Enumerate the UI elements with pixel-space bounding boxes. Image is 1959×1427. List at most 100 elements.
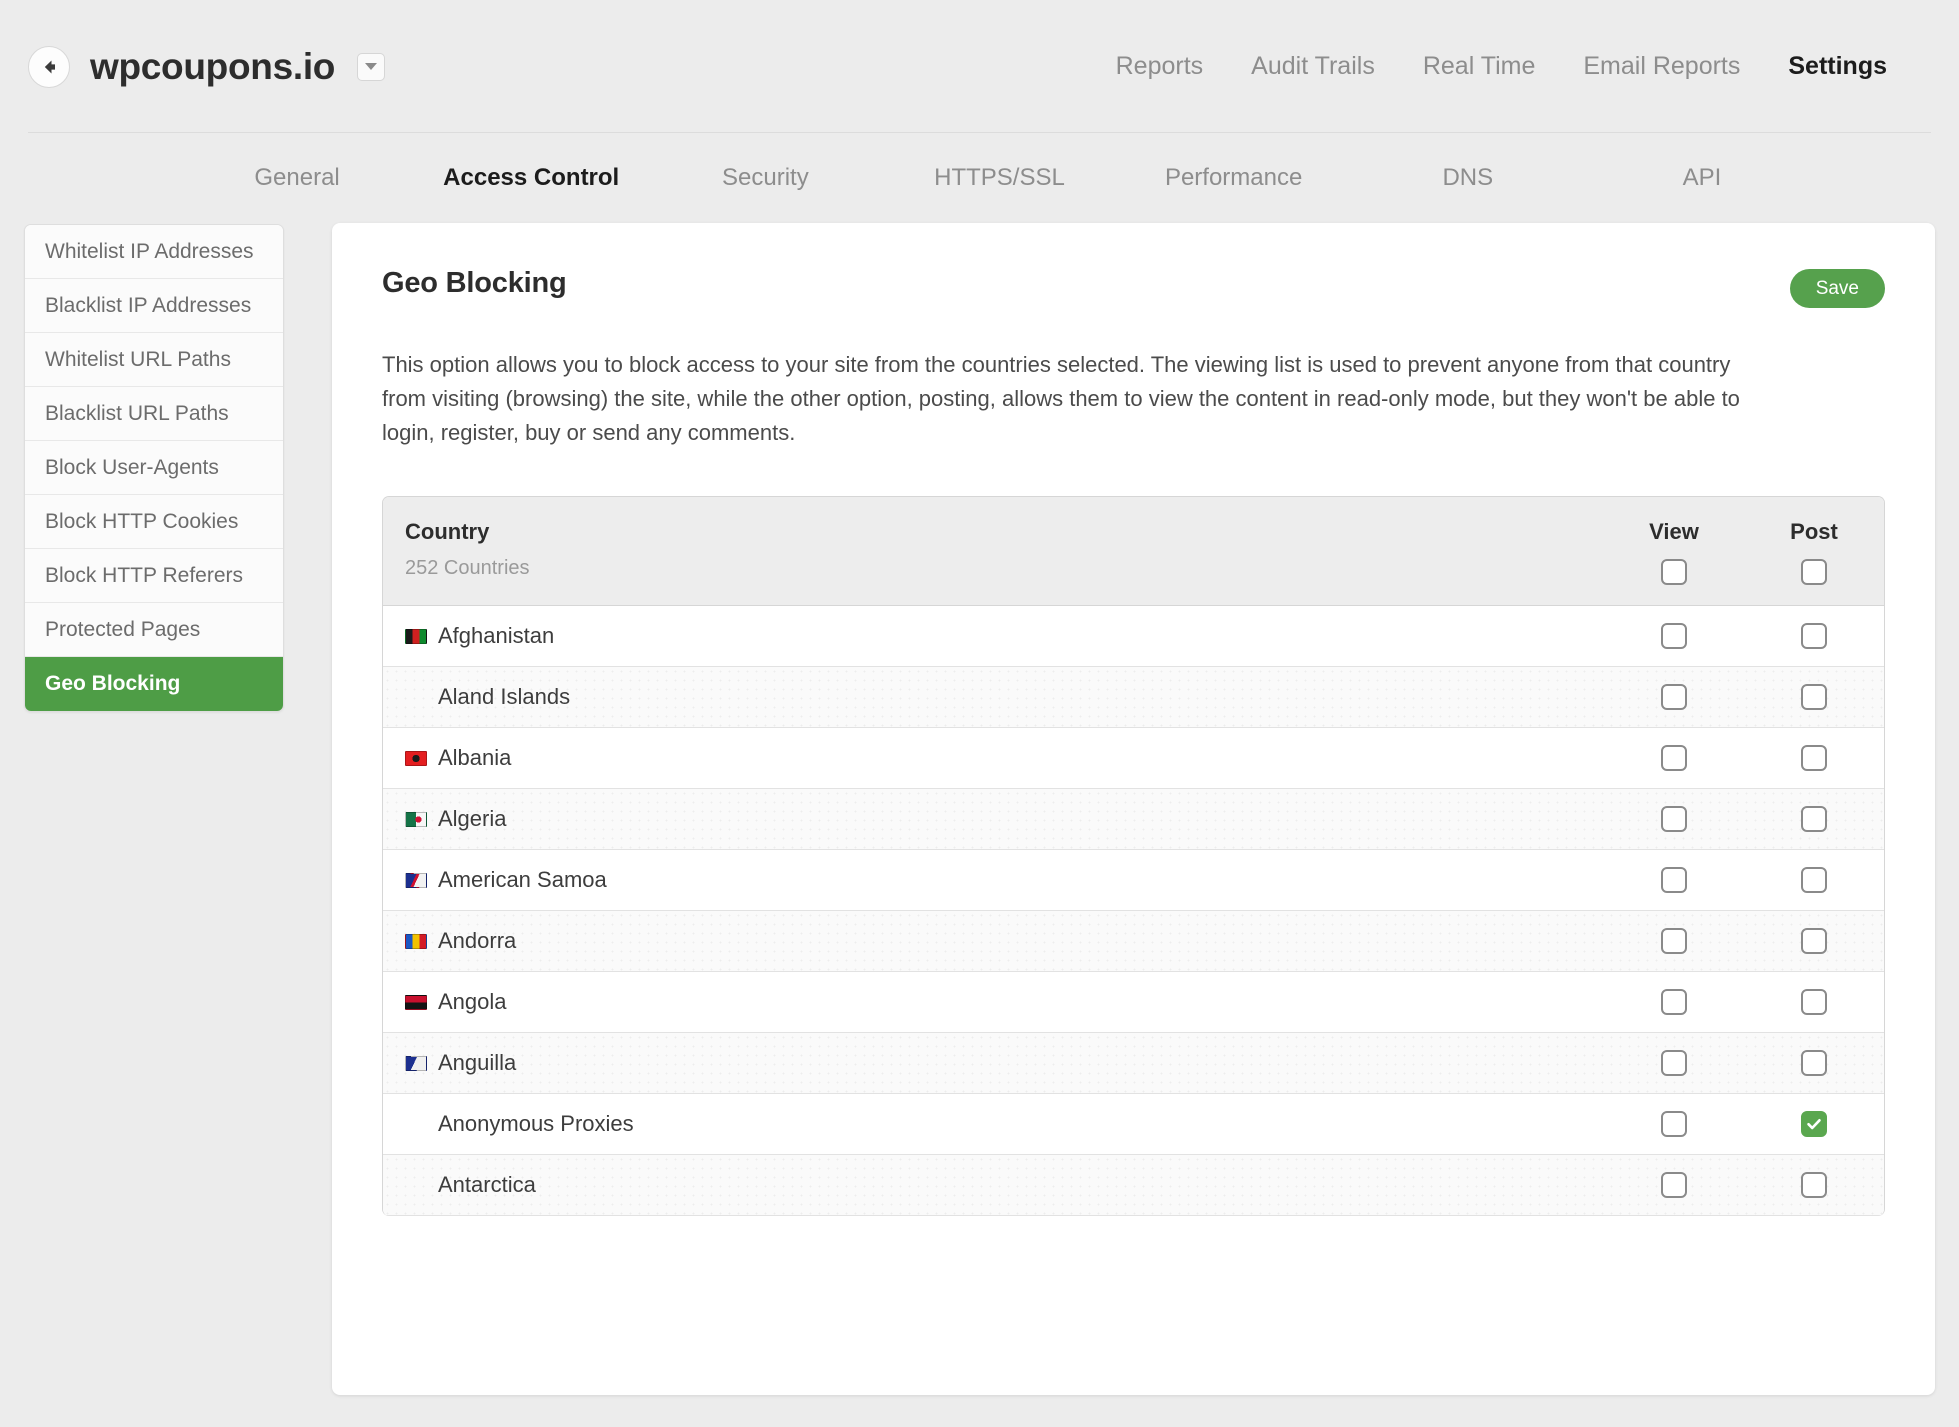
view-checkbox[interactable] — [1661, 1050, 1687, 1077]
post-checkbox[interactable] — [1801, 806, 1827, 833]
post-cell — [1744, 623, 1884, 650]
column-header-post: Post — [1790, 519, 1838, 545]
view-checkbox[interactable] — [1661, 928, 1687, 955]
country-cell: Aland Islands — [383, 684, 1604, 710]
post-checkbox[interactable] — [1801, 1111, 1827, 1138]
site-brand-block: wpcoupons.io — [28, 45, 386, 88]
table-row[interactable]: Aland Islands — [383, 667, 1884, 729]
post-checkbox[interactable] — [1801, 623, 1827, 650]
flag-icon-af — [405, 628, 427, 644]
header-post-cell: Post — [1744, 519, 1884, 586]
column-header-view: View — [1649, 519, 1699, 545]
view-cell — [1604, 1172, 1744, 1199]
country-cell: American Samoa — [383, 867, 1604, 893]
sidebar-item-blacklist-ip-addresses[interactable]: Blacklist IP Addresses — [25, 279, 283, 333]
sidebar-item-label: Block HTTP Cookies — [45, 509, 239, 533]
view-checkbox[interactable] — [1661, 989, 1687, 1016]
post-cell — [1744, 1050, 1884, 1077]
country-cell: Anonymous Proxies — [383, 1111, 1604, 1137]
top-header-bar: wpcoupons.io Reports Audit Trails Real T… — [0, 0, 1959, 133]
view-checkbox[interactable] — [1661, 1172, 1687, 1199]
table-row[interactable]: Andorra — [383, 911, 1884, 973]
nav-item-audit-trails[interactable]: Audit Trails — [1227, 52, 1399, 81]
tab-dns[interactable]: DNS — [1351, 164, 1585, 192]
view-cell — [1604, 806, 1744, 833]
table-row[interactable]: Angola — [383, 972, 1884, 1034]
tab-general[interactable]: General — [180, 164, 414, 192]
tab-access-control[interactable]: Access Control — [414, 164, 648, 192]
sidebar-item-blacklist-url-paths[interactable]: Blacklist URL Paths — [25, 387, 283, 441]
tab-api[interactable]: API — [1585, 164, 1819, 192]
site-switcher-dropdown[interactable] — [357, 52, 386, 81]
select-all-view-checkbox[interactable] — [1661, 559, 1687, 586]
country-cell: Angola — [383, 989, 1604, 1015]
country-cell: Albania — [383, 745, 1604, 771]
post-cell — [1744, 745, 1884, 772]
tab-performance[interactable]: Performance — [1117, 164, 1351, 192]
view-cell — [1604, 867, 1744, 894]
panel-description: This option allows you to block access t… — [382, 352, 1740, 446]
view-checkbox[interactable] — [1661, 684, 1687, 711]
table-row[interactable]: Algeria — [383, 789, 1884, 851]
sidebar-item-block-user-agents[interactable]: Block User-Agents — [25, 441, 283, 495]
nav-item-real-time[interactable]: Real Time — [1399, 52, 1560, 81]
sidebar-item-whitelist-ip-addresses[interactable]: Whitelist IP Addresses — [25, 225, 283, 279]
country-name: Aland Islands — [438, 684, 571, 710]
sidebar-item-block-http-referers[interactable]: Block HTTP Referers — [25, 549, 283, 603]
view-checkbox[interactable] — [1661, 623, 1687, 650]
sidebar-item-label: Block User-Agents — [45, 455, 219, 479]
view-cell — [1604, 684, 1744, 711]
back-button[interactable] — [28, 45, 70, 88]
post-checkbox[interactable] — [1801, 928, 1827, 955]
nav-item-reports[interactable]: Reports — [1092, 52, 1228, 81]
country-cell: Antarctica — [383, 1172, 1604, 1198]
post-checkbox[interactable] — [1801, 867, 1827, 894]
table-row[interactable]: Anguilla — [383, 1033, 1884, 1095]
view-checkbox[interactable] — [1661, 806, 1687, 833]
save-button[interactable]: Save — [1789, 269, 1885, 308]
sidebar-item-whitelist-url-paths[interactable]: Whitelist URL Paths — [25, 333, 283, 387]
post-checkbox[interactable] — [1801, 1050, 1827, 1077]
country-name: Albania — [438, 745, 512, 771]
table-header-row: Country 252 Countries View Post — [383, 497, 1884, 607]
access-control-sidebar: Whitelist IP Addresses Blacklist IP Addr… — [24, 224, 284, 712]
select-all-post-checkbox[interactable] — [1801, 559, 1827, 586]
tab-security[interactable]: Security — [648, 164, 882, 192]
view-checkbox[interactable] — [1661, 867, 1687, 894]
post-checkbox[interactable] — [1801, 989, 1827, 1016]
view-checkbox[interactable] — [1661, 745, 1687, 772]
table-row[interactable]: Anonymous Proxies — [383, 1094, 1884, 1156]
post-cell — [1744, 928, 1884, 955]
sidebar-item-label: Geo Blocking — [45, 672, 181, 695]
flag-icon-dz — [405, 811, 427, 827]
post-cell — [1744, 989, 1884, 1016]
page-layout: Whitelist IP Addresses Blacklist IP Addr… — [0, 223, 1959, 1395]
tab-https-ssl[interactable]: HTTPS/SSL — [882, 164, 1116, 192]
table-row[interactable]: American Samoa — [383, 850, 1884, 912]
table-row[interactable]: Antarctica — [383, 1155, 1884, 1217]
header-view-cell: View — [1604, 519, 1744, 586]
flag-icon-as — [405, 872, 427, 888]
post-checkbox[interactable] — [1801, 745, 1827, 772]
sidebar-item-protected-pages[interactable]: Protected Pages — [25, 603, 283, 657]
view-cell — [1604, 623, 1744, 650]
view-checkbox[interactable] — [1661, 1111, 1687, 1138]
table-row[interactable]: Afghanistan — [383, 606, 1884, 668]
header-country-cell: Country 252 Countries — [383, 519, 1604, 580]
settings-subtabs: General Access Control Security HTTPS/SS… — [0, 133, 1959, 223]
table-body: Afghanistan Aland Islands Albania Algeria Am… — [383, 606, 1884, 1217]
post-cell — [1744, 1172, 1884, 1199]
panel-header: Geo Blocking Save — [382, 267, 1885, 308]
post-checkbox[interactable] — [1801, 684, 1827, 711]
nav-item-email-reports[interactable]: Email Reports — [1559, 52, 1764, 81]
sidebar-item-label: Whitelist IP Addresses — [45, 239, 254, 263]
flag-icon-ad — [405, 933, 427, 949]
sidebar-item-block-http-cookies[interactable]: Block HTTP Cookies — [25, 495, 283, 549]
view-cell — [1604, 1111, 1744, 1138]
sidebar-item-geo-blocking[interactable]: Geo Blocking — [25, 657, 283, 711]
country-name: American Samoa — [438, 867, 607, 893]
table-row[interactable]: Albania — [383, 728, 1884, 790]
nav-item-settings[interactable]: Settings — [1764, 52, 1911, 81]
post-checkbox[interactable] — [1801, 1172, 1827, 1199]
country-name: Afghanistan — [438, 623, 555, 649]
